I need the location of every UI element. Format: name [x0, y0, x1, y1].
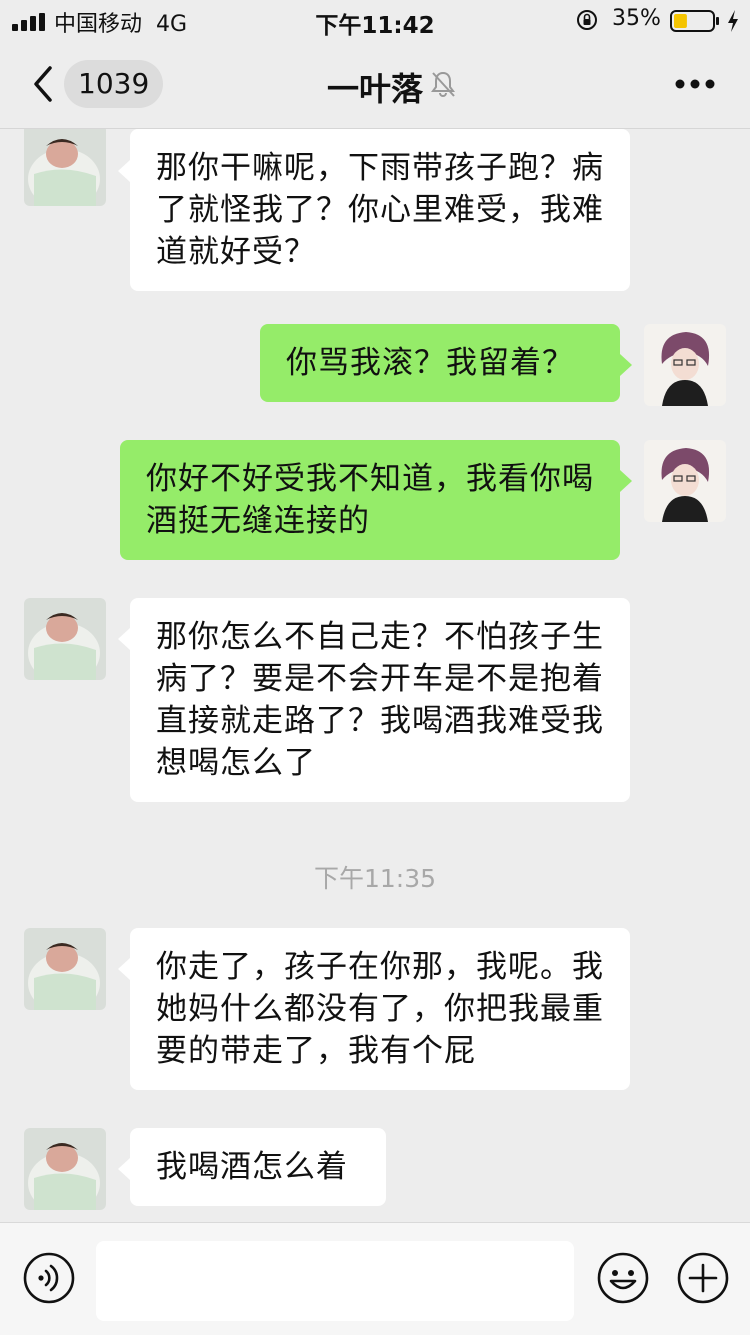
plus-icon[interactable] [676, 1251, 730, 1305]
message-bubble-incoming[interactable]: 那你怎么不自己走？不怕孩子生病了？要是不会开车是不是抱着直接就走路了？我喝酒我难… [130, 598, 630, 802]
bell-muted-icon [431, 71, 455, 97]
contact-avatar[interactable] [24, 928, 106, 1010]
voice-icon[interactable] [22, 1251, 76, 1305]
more-dots-icon[interactable] [674, 78, 716, 90]
chat-header: 1039 一叶落 [0, 42, 750, 129]
chat-title: 一叶落 [326, 70, 423, 108]
message-input[interactable] [96, 1241, 574, 1321]
status-bar: 中国移动 4G 下午11:42 35% [0, 0, 750, 42]
message-bubble-outgoing[interactable]: 你好不好受我不知道，我看你喝酒挺无缝连接的 [120, 440, 620, 560]
message-list: 那你干嘛呢，下雨带孩子跑？病了就怪我了？你心里难受，我难道就好受？ 你骂我滚？我… [0, 129, 750, 1221]
message-bubble-incoming[interactable]: 你走了，孩子在你那，我呢。我她妈什么都没有了，你把我最重要的带走了，我有个屁 [130, 928, 630, 1090]
battery-icon [670, 10, 719, 32]
contact-avatar[interactable] [24, 1128, 106, 1210]
contact-avatar[interactable] [24, 598, 106, 680]
charging-icon [728, 10, 738, 32]
message-bubble-incoming[interactable]: 我喝酒怎么着 [130, 1128, 386, 1206]
message-timestamp: 下午11:35 [313, 864, 437, 893]
my-avatar[interactable] [644, 440, 726, 522]
my-avatar[interactable] [644, 324, 726, 406]
message-bubble-outgoing[interactable]: 你骂我滚？我留着？ [260, 324, 620, 402]
input-bar [0, 1222, 750, 1335]
emoji-icon[interactable] [596, 1251, 650, 1305]
rotation-lock-icon [577, 10, 597, 30]
contact-avatar[interactable] [24, 129, 106, 206]
message-bubble-incoming[interactable]: 那你干嘛呢，下雨带孩子跑？病了就怪我了？你心里难受，我难道就好受？ [130, 129, 630, 291]
battery-percent: 35% [612, 6, 661, 31]
